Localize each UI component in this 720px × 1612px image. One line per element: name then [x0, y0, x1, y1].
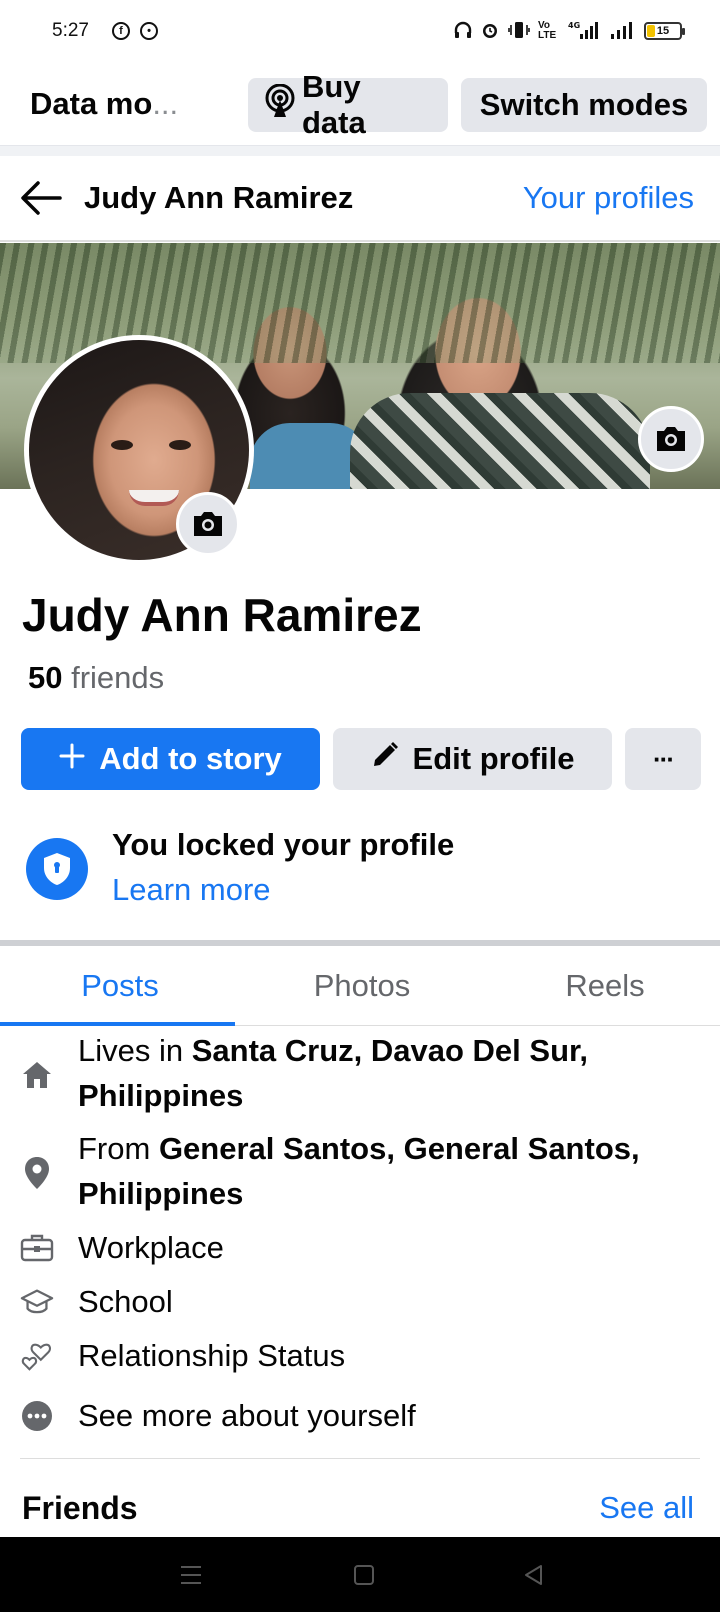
battery-icon: 15: [644, 22, 685, 40]
alarm-icon: [480, 20, 500, 43]
status-icons: Vo LTE 4G 15: [454, 18, 685, 44]
graduation-cap-icon: [20, 1285, 54, 1319]
see-all-friends-link[interactable]: See all: [599, 1490, 694, 1526]
see-more-text: See more about yourself: [78, 1398, 416, 1433]
friends-divider: [20, 1458, 700, 1459]
header-profile-name: Judy Ann Ramirez: [84, 180, 354, 215]
workplace-text: Workplace: [78, 1230, 224, 1265]
status-bar: 5:27 f • Vo LTE 4G 15: [0, 0, 720, 64]
add-to-story-label: Add to story: [99, 741, 282, 776]
menu-icon[interactable]: [178, 1563, 204, 1592]
more-dots-icon: [20, 1399, 54, 1433]
system-navigation-bar: [0, 1537, 720, 1612]
profile-tabs: Posts Photos Reels: [0, 946, 720, 1026]
home-button-icon[interactable]: [352, 1563, 376, 1592]
active-tab-indicator: [0, 1022, 235, 1026]
shield-lock-icon: [26, 838, 88, 900]
buy-data-button[interactable]: Buy data: [248, 69, 448, 140]
back-button-icon[interactable]: [522, 1563, 546, 1592]
signal-4g-icon: 4G: [568, 20, 602, 43]
friends-count[interactable]: 50 friends: [28, 660, 164, 696]
back-arrow-icon[interactable]: [20, 180, 62, 216]
briefcase-icon: [20, 1231, 54, 1265]
edit-profile-label: Edit profile: [412, 741, 575, 776]
pencil-icon: [371, 741, 399, 777]
your-profiles-link[interactable]: Your profiles: [523, 180, 694, 216]
section-separator: [0, 146, 720, 156]
lives-in-text: Lives in Santa Cruz, Davao Del Sur, Phil…: [78, 1033, 588, 1113]
learn-more-link[interactable]: Learn more: [112, 872, 271, 908]
tab-photos[interactable]: Photos: [242, 968, 482, 1004]
location-pin-icon: [20, 1156, 54, 1190]
school-text: School: [78, 1284, 173, 1319]
hearts-icon: [20, 1339, 54, 1373]
messenger-notification-icon: •: [140, 22, 158, 40]
data-mode-title: Data mo...: [30, 86, 179, 121]
plus-icon: [59, 741, 85, 777]
status-time: 5:27: [52, 20, 89, 41]
tab-reels[interactable]: Reels: [485, 968, 720, 1004]
add-to-story-button[interactable]: Add to story: [21, 728, 320, 790]
signal-bars-icon: [610, 20, 636, 43]
edit-profile-picture-camera-icon[interactable]: [176, 492, 240, 556]
svg-text:4G: 4G: [568, 21, 580, 30]
edit-profile-button[interactable]: Edit profile: [333, 728, 612, 790]
buy-data-label: Buy data: [302, 69, 366, 140]
broadcast-icon: [264, 83, 296, 126]
friends-section-title: Friends: [22, 1490, 138, 1526]
data-mode-bar: Data mo... Buy data Switch modes: [0, 64, 720, 146]
edit-cover-camera-icon[interactable]: [638, 406, 704, 472]
switch-modes-label: Switch modes: [479, 87, 689, 122]
home-icon: [20, 1058, 54, 1092]
facebook-notification-icon: f: [112, 22, 130, 40]
profile-header-bar: Judy Ann Ramirez Your profiles: [0, 156, 720, 242]
switch-modes-button[interactable]: Switch modes: [461, 78, 707, 132]
friends-count-label: friends: [71, 660, 165, 695]
tab-posts[interactable]: Posts: [0, 968, 240, 1004]
friends-count-number: 50: [28, 660, 63, 695]
relationship-text: Relationship Status: [78, 1338, 346, 1373]
more-options-icon: ···: [653, 743, 675, 774]
locked-profile-title: You locked your profile: [112, 827, 455, 862]
volte-label: Vo LTE: [538, 20, 557, 41]
from-text: From General Santos, General Santos, Phi…: [78, 1131, 640, 1211]
profile-name: Judy Ann Ramirez: [22, 589, 422, 641]
headphones-icon: [454, 21, 472, 42]
more-options-button[interactable]: ···: [625, 728, 701, 790]
vibrate-icon: [508, 21, 530, 42]
